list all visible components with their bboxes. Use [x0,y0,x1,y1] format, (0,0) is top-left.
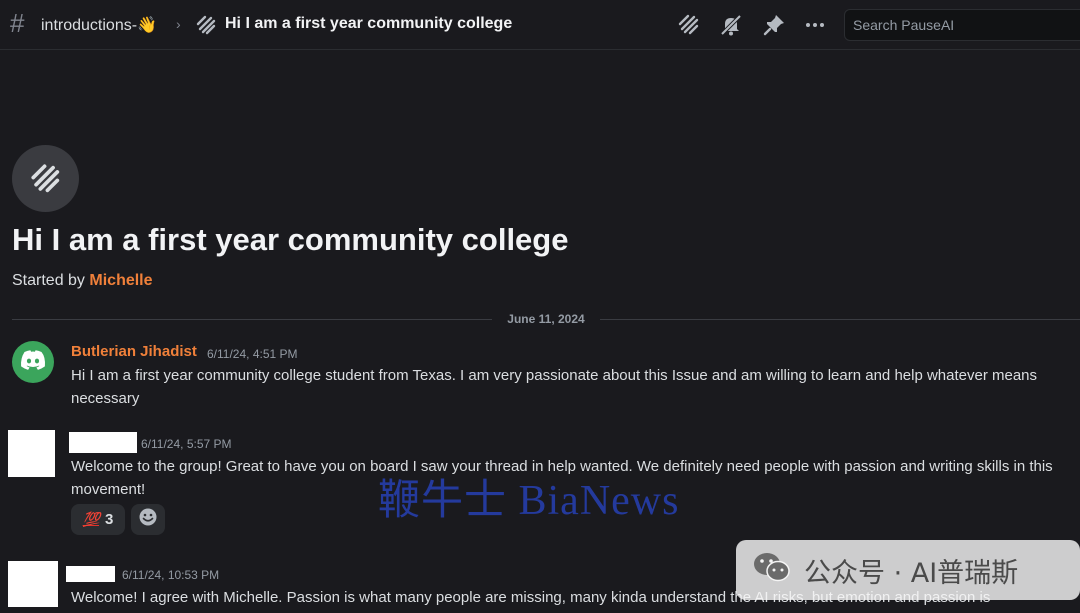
divider-line-right [600,319,1080,320]
wechat-account-name: 公众号 · AI普瑞斯 [804,557,1019,589]
redacted-username [69,432,137,453]
avatar[interactable] [12,341,54,383]
message-timestamp: 6/11/24, 4:51 PM [207,347,298,361]
thread-icon-large [12,145,79,212]
message-timestamp: 6/11/24, 5:57 PM [141,437,232,451]
date-divider: June 11, 2024 [507,312,585,326]
channel-name[interactable]: introductions-👋 [41,15,157,35]
message-author[interactable]: Butlerian Jihadist [71,343,197,360]
wechat-icon [752,551,792,590]
reaction-hundred[interactable]: 💯 3 [71,504,125,535]
add-reaction-button[interactable] [131,504,165,535]
hash-icon: # [10,8,25,38]
channel-header: # introductions-👋 › Hi I am a first year… [0,0,1080,50]
divider-line-left [12,319,492,320]
thread-title: Hi I am a first year community college [12,222,569,257]
bianews-watermark: 鞭牛士 BiaNews [378,478,680,524]
wechat-watermark: 公众号 · AI普瑞斯 [736,540,1080,600]
add-reaction-icon [138,507,158,532]
search-input[interactable] [844,9,1080,41]
started-by: Started by Michelle [12,272,153,290]
thread-author[interactable]: Michelle [89,272,152,289]
pin-icon[interactable] [762,13,786,37]
discord-icon [20,349,46,375]
redacted-username [66,566,115,582]
avatar[interactable] [8,561,58,607]
hundred-emoji: 💯 [82,511,100,527]
threads-icon[interactable] [677,13,701,37]
chevron-right-icon: › [176,16,181,32]
mute-bell-icon[interactable] [719,13,743,37]
message-timestamp: 6/11/24, 10:53 PM [122,568,220,582]
more-icon[interactable] [803,13,827,37]
started-by-label: Started by [12,272,85,289]
reaction-count: 3 [105,511,114,528]
thread-icon [195,14,217,36]
avatar[interactable] [8,430,55,477]
thread-title-header: Hi I am a first year community college [225,15,513,32]
message-text: Hi I am a first year community college s… [71,367,1038,407]
